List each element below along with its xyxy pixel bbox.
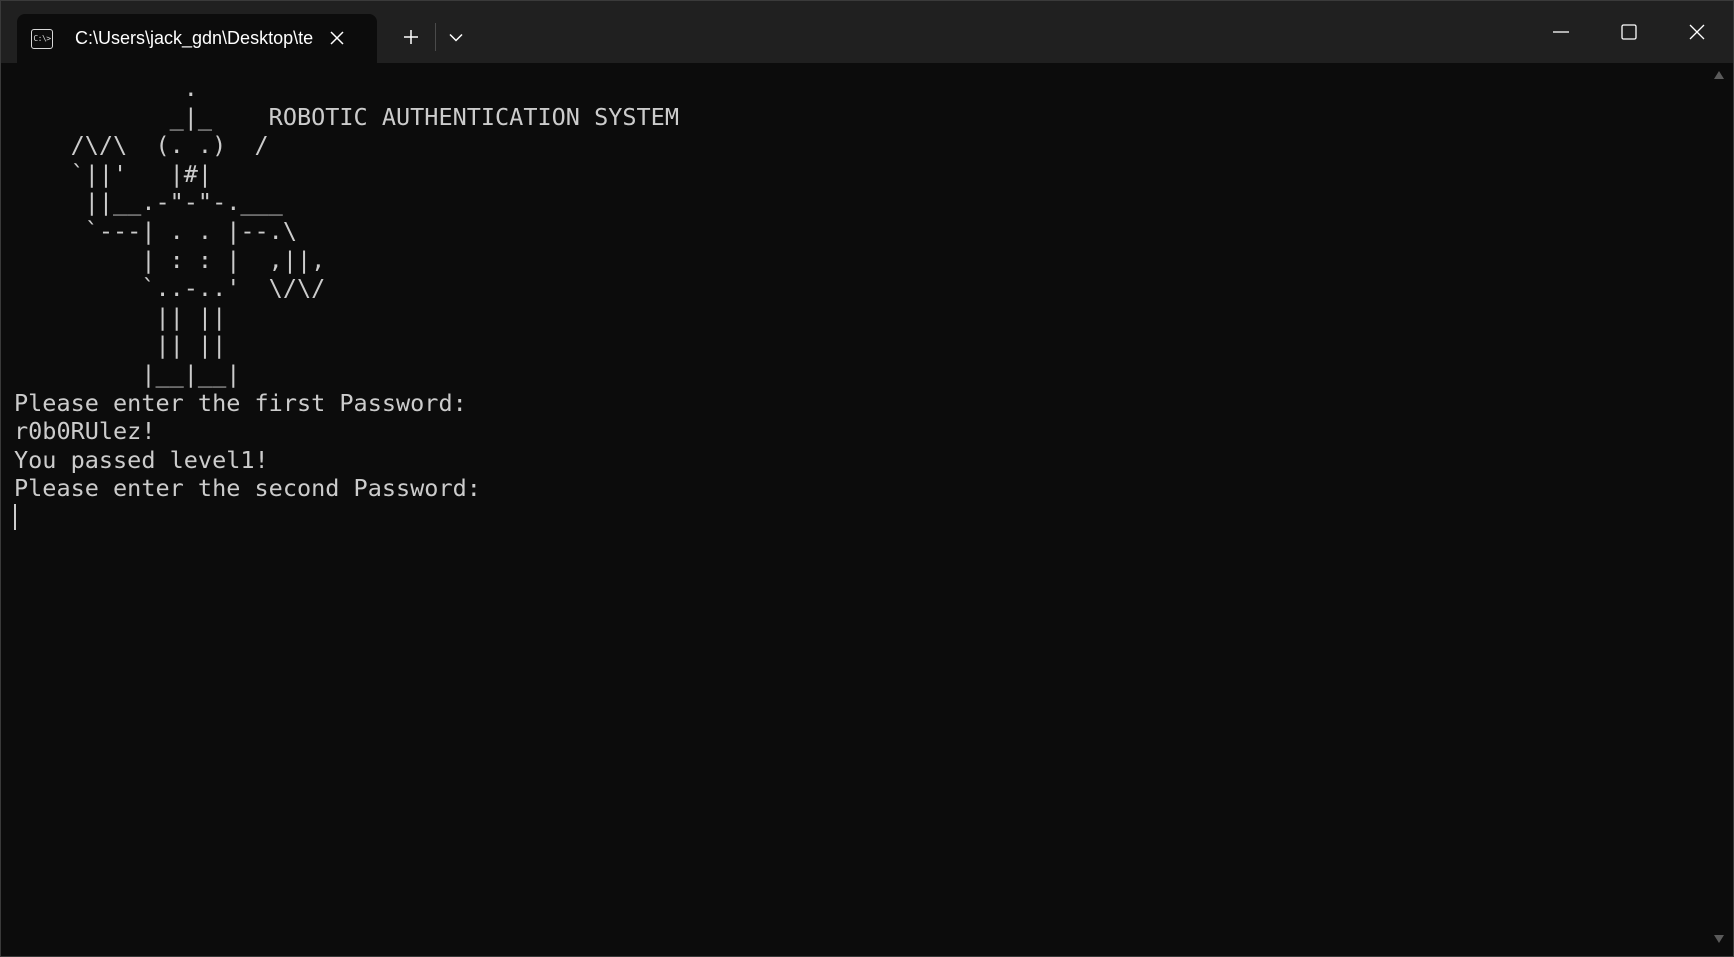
scroll-up-button[interactable] (1713, 69, 1725, 81)
text-cursor (14, 503, 16, 530)
cmd-icon: C:\> (31, 28, 53, 49)
title-bar: C:\> C:\Users\jack_gdn\Desktop\te (1, 1, 1733, 63)
tab-active[interactable]: C:\> C:\Users\jack_gdn\Desktop\te (17, 14, 377, 63)
maximize-icon (1621, 24, 1637, 40)
close-icon (1689, 24, 1705, 40)
chevron-down-icon (449, 33, 463, 42)
terminal-window: C:\> C:\Users\jack_gdn\Desktop\te . _|_ … (0, 0, 1734, 957)
minimize-button[interactable] (1527, 1, 1595, 63)
first-password-input-echo: r0b0RUlez! (14, 417, 156, 446)
tab-title: C:\Users\jack_gdn\Desktop\te (75, 28, 314, 48)
triangle-down-icon (1714, 935, 1724, 943)
vertical-scrollbar[interactable] (1701, 63, 1733, 956)
new-tab-button[interactable] (395, 21, 427, 53)
minimize-icon (1553, 31, 1569, 33)
level-passed-message: You passed level1! (14, 445, 269, 474)
maximize-button[interactable] (1595, 1, 1663, 63)
tab-separator (435, 23, 436, 51)
prompt-first-password: Please enter the first Password: (14, 388, 467, 417)
close-icon (330, 31, 344, 45)
prompt-second-password: Please enter the second Password: (14, 474, 481, 503)
close-window-button[interactable] (1663, 1, 1731, 63)
plus-icon (404, 30, 418, 44)
profiles-dropdown-button[interactable] (441, 21, 471, 53)
triangle-up-icon (1714, 71, 1724, 79)
terminal-output[interactable]: . _|_ ROBOTIC AUTHENTICATION SYSTEM /\/\… (1, 63, 1701, 956)
scroll-down-button[interactable] (1713, 933, 1725, 945)
robot-ascii-banner: . _|_ ROBOTIC AUTHENTICATION SYSTEM /\/\… (70, 74, 679, 388)
tab-close-button[interactable] (323, 24, 351, 52)
